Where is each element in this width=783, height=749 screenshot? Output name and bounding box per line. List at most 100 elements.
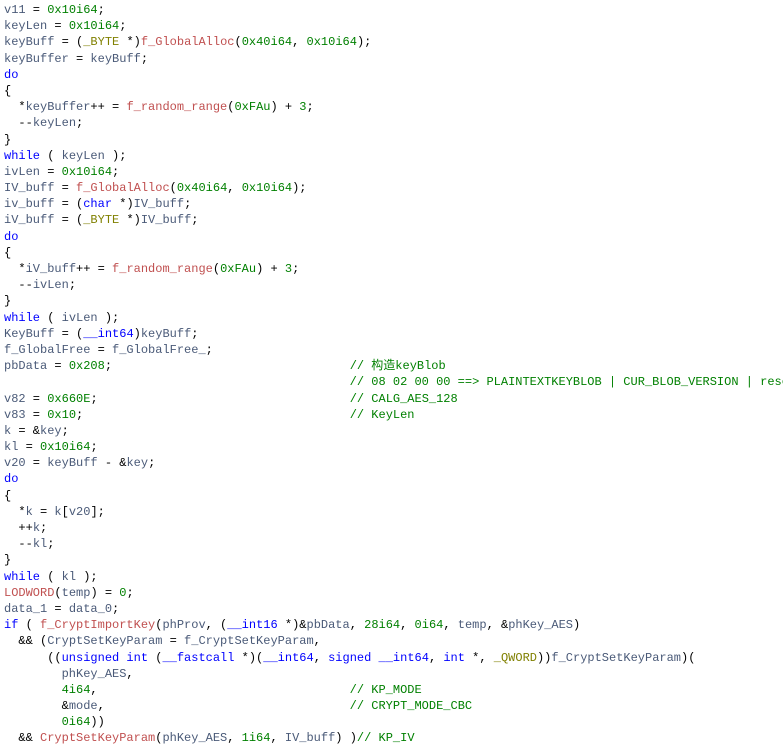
code-token: }	[4, 294, 11, 308]
code-token: - &	[98, 456, 127, 470]
code-token: keyBuffer	[4, 52, 69, 66]
code-line: KeyBuff = (__int64)keyBuff;	[4, 326, 779, 342]
code-token: kl	[4, 440, 18, 454]
code-token	[4, 667, 62, 681]
code-token: ;	[292, 262, 299, 276]
code-token: ++	[4, 521, 33, 535]
code-line: v83 = 0x10; // KeyLen	[4, 407, 779, 423]
code-token: CryptSetKeyParam	[40, 731, 155, 745]
code-token: 0xFAu	[220, 262, 256, 276]
code-token: 0x10i64	[69, 19, 119, 33]
code-token: 0i64	[415, 618, 444, 632]
code-token: ivLen	[33, 278, 69, 292]
code-token: ;	[119, 19, 126, 33]
code-token: temp	[458, 618, 487, 632]
code-token: do	[4, 68, 18, 82]
code-token: pbData	[4, 359, 47, 373]
code-line: }	[4, 552, 779, 568]
code-token: ;	[69, 278, 76, 292]
code-token: *	[4, 100, 26, 114]
code-token: pbData	[307, 618, 350, 632]
code-line: }	[4, 132, 779, 148]
code-token: ;	[76, 116, 83, 130]
code-token: *)	[112, 197, 134, 211]
code-token: (	[40, 570, 62, 584]
code-token: char	[83, 197, 112, 211]
code-token: ,	[270, 731, 284, 745]
code-line: while ( ivLen );	[4, 310, 779, 326]
code-token: ;	[141, 52, 148, 66]
code-token: (	[54, 586, 61, 600]
code-token: __int64	[83, 327, 133, 341]
code-token: IV_buff	[141, 213, 191, 227]
code-token: k	[33, 521, 40, 535]
code-token: phKey_AES	[508, 618, 573, 632]
code-token: v20	[4, 456, 26, 470]
code-token: ;	[76, 408, 350, 422]
code-line: 4i64, // KP_MODE	[4, 682, 779, 698]
code-token: // CALG_AES_128	[350, 392, 458, 406]
code-token: f_CryptSetKeyParam	[551, 651, 681, 665]
code-token: 1i64	[242, 731, 271, 745]
code-token: =	[47, 359, 69, 373]
code-token: 0x10i64	[62, 165, 112, 179]
code-token: ) +	[256, 262, 285, 276]
code-token: ivLen	[4, 165, 40, 179]
code-line: while ( keyLen );	[4, 148, 779, 164]
code-line: kl = 0x10i64;	[4, 439, 779, 455]
code-line: --keyLen;	[4, 115, 779, 131]
code-token: ;	[105, 359, 350, 373]
code-line: phKey_AES,	[4, 666, 779, 682]
code-token: while	[4, 570, 40, 584]
code-token: && (	[4, 634, 47, 648]
code-token: temp	[62, 586, 91, 600]
code-token: __int64	[263, 651, 313, 665]
code-token: ;	[307, 100, 314, 114]
code-token: *)(	[234, 651, 263, 665]
code-token: *)&	[278, 618, 307, 632]
code-token: &	[4, 699, 69, 713]
code-token: __int64	[379, 651, 429, 665]
code-token: =	[162, 634, 184, 648]
code-token: 0x208	[69, 359, 105, 373]
code-token: {	[4, 489, 11, 503]
code-token: keyLen	[62, 149, 105, 163]
code-line: do	[4, 471, 779, 487]
code-token: ;	[90, 440, 97, 454]
code-token: ))	[90, 715, 104, 729]
code-line: --kl;	[4, 536, 779, 552]
code-token: v82	[4, 392, 26, 406]
code-token: }	[4, 133, 11, 147]
code-token: f_GlobalFree	[4, 343, 90, 357]
code-token: ;	[126, 586, 133, 600]
code-line: && CryptSetKeyParam(phKey_AES, 1i64, IV_…	[4, 730, 779, 746]
code-token: 0x10	[47, 408, 76, 422]
code-token: KeyBuff	[4, 327, 54, 341]
code-token: ++ =	[90, 100, 126, 114]
code-token: =	[18, 440, 40, 454]
code-token: CryptSetKeyParam	[47, 634, 162, 648]
code-token: 0x660E	[47, 392, 90, 406]
code-token: phProv	[162, 618, 205, 632]
code-line: --ivLen;	[4, 277, 779, 293]
code-line: f_GlobalFree = f_GlobalFree_;	[4, 342, 779, 358]
code-line: v11 = 0x10i64;	[4, 2, 779, 18]
code-token: --	[4, 116, 33, 130]
code-listing: v11 = 0x10i64; keyLen = 0x10i64; keyBuff =…	[0, 0, 783, 749]
code-token: kl	[33, 537, 47, 551]
code-token: IV_buff	[134, 197, 184, 211]
code-line: while ( kl );	[4, 569, 779, 585]
code-token: ;	[47, 537, 54, 551]
code-token: ,	[429, 651, 443, 665]
code-line: && (CryptSetKeyParam = f_CryptSetKeyPara…	[4, 633, 779, 649]
code-token: =	[90, 343, 112, 357]
code-token: ,	[314, 634, 321, 648]
code-token: *)	[119, 35, 141, 49]
code-token	[4, 683, 62, 697]
code-token: while	[4, 149, 40, 163]
code-token: keyBuff	[47, 456, 97, 470]
code-token: signed	[328, 651, 371, 665]
code-line: do	[4, 67, 779, 83]
code-token: ) )	[335, 731, 357, 745]
code-token	[4, 375, 350, 389]
